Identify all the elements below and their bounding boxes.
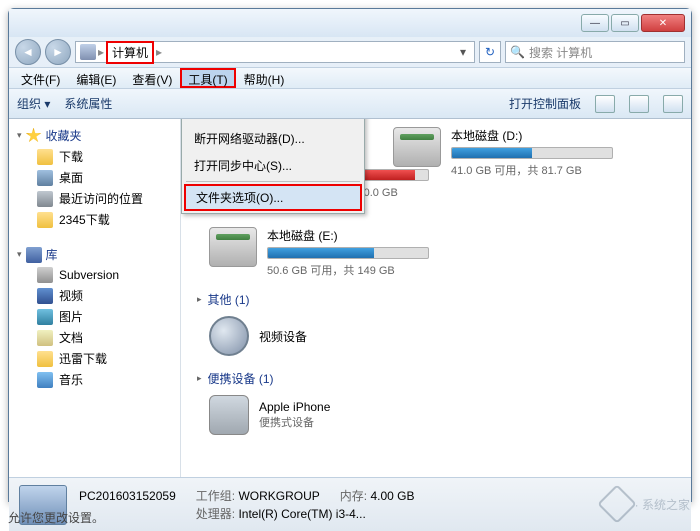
breadcrumb-location[interactable]: 计算机 <box>106 41 154 64</box>
menu-help[interactable]: 帮助(H) <box>236 68 293 88</box>
device-label: Apple iPhone <box>259 400 330 414</box>
disconnect-network-drive-item[interactable]: 断开网络驱动器(D)... <box>182 125 364 152</box>
explorer-window: — ▭ ✕ ◄ ► ▸ 计算机 ▸ ▾ ↻ 🔍 搜索 计算机 文件(F) 编辑(… <box>8 8 692 502</box>
document-icon <box>37 330 53 346</box>
status-hint: 允许您更改设置。 <box>8 509 104 526</box>
folder-icon <box>37 149 53 165</box>
sidebar-item-music[interactable]: 音乐 <box>9 369 180 390</box>
system-properties-button[interactable]: 系统属性 <box>64 95 112 112</box>
content-body: ▾收藏夹 下载 桌面 最近访问的位置 2345下载 ▾库 Subversion … <box>9 119 691 477</box>
desktop-icon <box>37 170 53 186</box>
sidebar-item-desktop[interactable]: 桌面 <box>9 167 180 188</box>
folder-icon <box>37 351 53 367</box>
sidebar-item-thunder[interactable]: 迅雷下载 <box>9 348 180 369</box>
titlebar: — ▭ ✕ <box>9 9 691 37</box>
search-input[interactable]: 🔍 搜索 计算机 <box>505 41 685 63</box>
video-icon <box>37 288 53 304</box>
menu-tools[interactable]: 工具(T) <box>180 68 235 88</box>
computer-name: PC201603152059 <box>79 487 176 505</box>
cpu-value: Intel(R) Core(TM) i3-4... <box>238 507 365 521</box>
view-options-icon[interactable] <box>595 95 615 113</box>
menu-separator <box>186 181 360 182</box>
help-icon[interactable] <box>663 95 683 113</box>
breadcrumb[interactable]: ▸ 计算机 ▸ ▾ <box>75 41 475 63</box>
menu-edit[interactable]: 编辑(E) <box>68 68 124 88</box>
drive-stats: 41.0 GB 可用，共 81.7 GB <box>451 162 613 178</box>
main-pane: 映射网络驱动器(N)... 断开网络驱动器(D)... 打开同步中心(S)...… <box>181 119 691 477</box>
libraries-header[interactable]: ▾库 <box>9 244 180 265</box>
minimize-button[interactable]: — <box>581 14 609 32</box>
sidebar-item-subversion[interactable]: Subversion <box>9 265 180 285</box>
search-placeholder: 搜索 计算机 <box>529 44 592 61</box>
capacity-bar <box>267 247 429 259</box>
back-button[interactable]: ◄ <box>15 39 41 65</box>
folder-options-item[interactable]: 文件夹选项(O)... <box>184 184 362 211</box>
navigation-pane: ▾收藏夹 下载 桌面 最近访问的位置 2345下载 ▾库 Subversion … <box>9 119 181 477</box>
phone-icon <box>209 395 249 435</box>
menu-bar: 文件(F) 编辑(E) 查看(V) 工具(T) 帮助(H) <box>9 67 691 89</box>
close-button[interactable]: ✕ <box>641 14 685 32</box>
computer-icon <box>80 44 96 60</box>
chevron-right-icon: ▸ <box>98 45 104 59</box>
sidebar-item-pictures[interactable]: 图片 <box>9 306 180 327</box>
tools-dropdown: 映射网络驱动器(N)... 断开网络驱动器(D)... 打开同步中心(S)...… <box>181 119 365 214</box>
control-panel-button[interactable]: 打开控制面板 <box>509 95 581 112</box>
library-icon <box>26 247 42 263</box>
sidebar-item-recent[interactable]: 最近访问的位置 <box>9 188 180 209</box>
music-icon <box>37 372 53 388</box>
folder-icon <box>37 212 53 228</box>
sidebar-item-2345[interactable]: 2345下载 <box>9 209 180 230</box>
chevron-right-icon[interactable]: ▸ <box>156 45 162 59</box>
workgroup-value: WORKGROUP <box>238 489 319 503</box>
other-section-header[interactable]: ▸其他 (1) <box>197 291 679 308</box>
recent-icon <box>37 191 53 207</box>
sync-center-item[interactable]: 打开同步中心(S)... <box>182 152 364 179</box>
preview-pane-icon[interactable] <box>629 95 649 113</box>
drive-stats: 50.6 GB 可用，共 149 GB <box>267 262 429 278</box>
capacity-bar <box>451 147 613 159</box>
organize-button[interactable]: 组织 ▾ <box>17 95 50 112</box>
watermark: · 系统之家 <box>603 490 690 518</box>
address-bar: ◄ ► ▸ 计算机 ▸ ▾ ↻ 🔍 搜索 计算机 <box>9 37 691 67</box>
toolbar: 组织 ▾ 系统属性 打开控制面板 <box>9 89 691 119</box>
details-pane: PC201603152059 工作组: WORKGROUP 内存: 4.00 G… <box>9 477 691 531</box>
device-sublabel: 便携式设备 <box>259 414 330 430</box>
webcam-icon <box>209 316 249 356</box>
sidebar-item-documents[interactable]: 文档 <box>9 327 180 348</box>
device-label: 视频设备 <box>259 328 307 345</box>
sidebar-item-videos[interactable]: 视频 <box>9 285 180 306</box>
search-icon: 🔍 <box>510 45 525 59</box>
drive-icon <box>209 227 257 267</box>
breadcrumb-dropdown-icon[interactable]: ▾ <box>456 45 470 59</box>
video-device[interactable]: 视频设备 <box>209 316 679 356</box>
drive-label: 本地磁盘 (E:) <box>267 227 429 244</box>
memory-value: 4.00 GB <box>370 489 414 503</box>
iphone-device[interactable]: Apple iPhone 便携式设备 <box>209 395 679 435</box>
sidebar-item-downloads[interactable]: 下载 <box>9 146 180 167</box>
forward-button[interactable]: ► <box>45 39 71 65</box>
drive-e[interactable]: 本地磁盘 (E:) 50.6 GB 可用，共 149 GB <box>209 227 429 277</box>
folder-icon <box>37 267 53 283</box>
maximize-button[interactable]: ▭ <box>611 14 639 32</box>
drive-icon <box>393 127 441 167</box>
favorites-header[interactable]: ▾收藏夹 <box>9 125 180 146</box>
refresh-button[interactable]: ↻ <box>479 41 501 63</box>
portable-section-header[interactable]: ▸便携设备 (1) <box>197 370 679 387</box>
star-icon <box>26 128 42 144</box>
menu-file[interactable]: 文件(F) <box>13 68 68 88</box>
menu-view[interactable]: 查看(V) <box>124 68 180 88</box>
picture-icon <box>37 309 53 325</box>
drive-label: 本地磁盘 (D:) <box>451 127 613 144</box>
